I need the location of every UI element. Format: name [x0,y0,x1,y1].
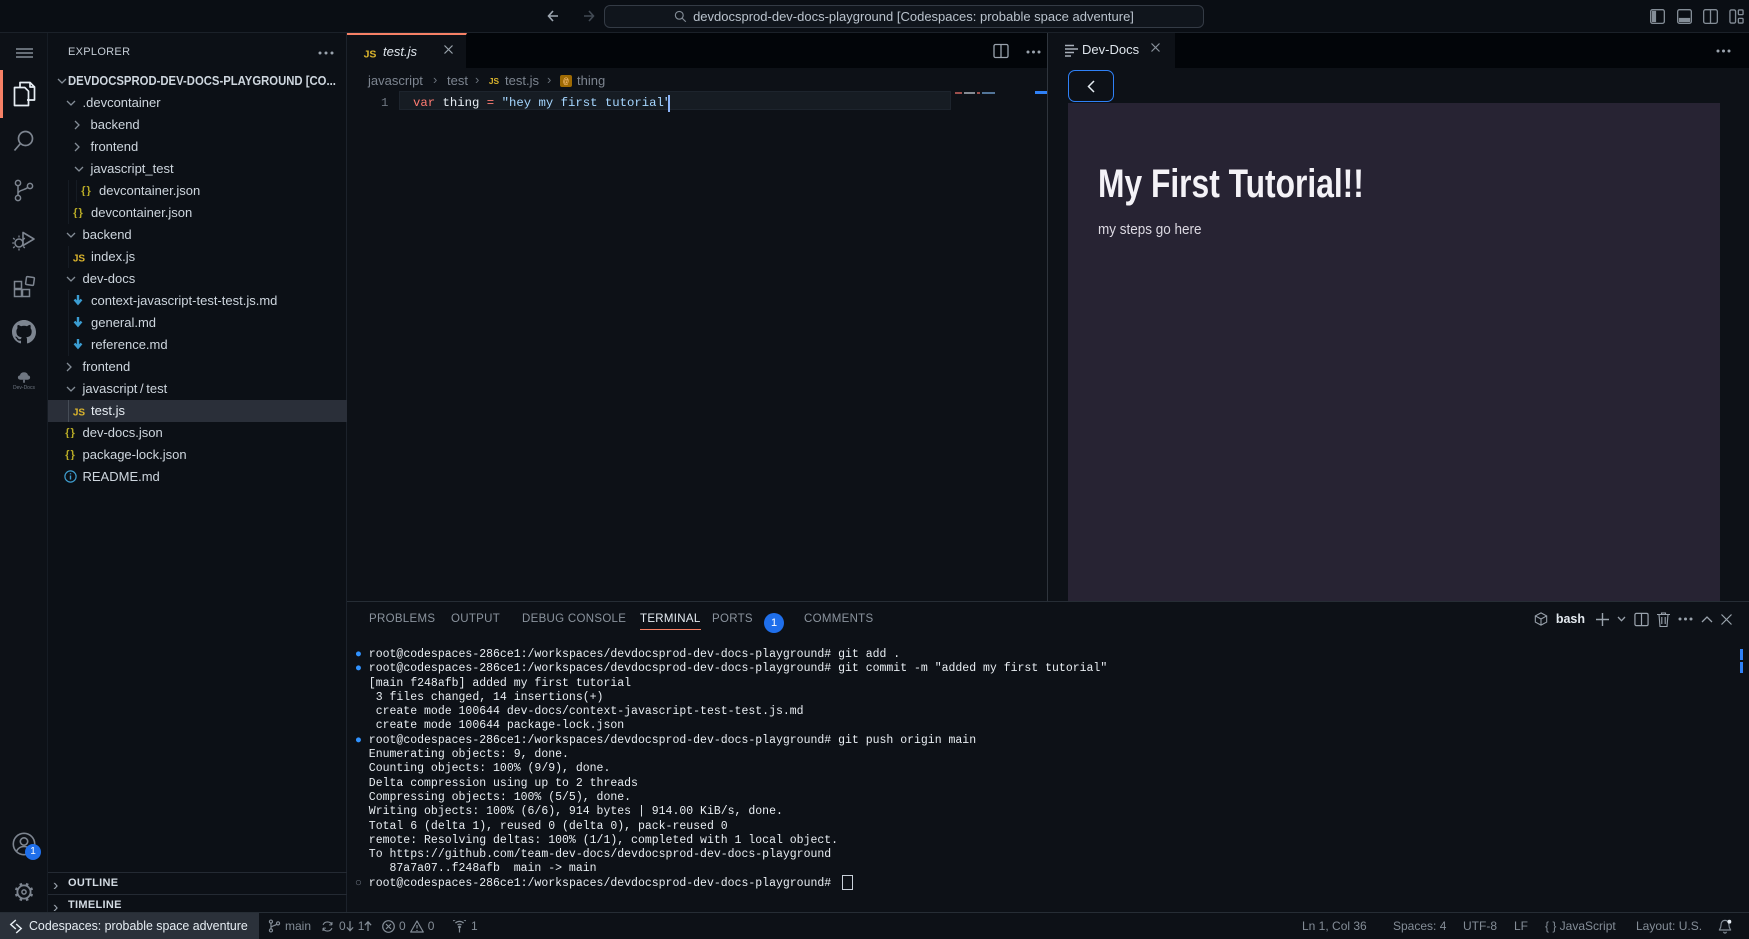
svg-text:JS: JS [364,49,377,61]
svg-text:{}: {} [81,185,92,196]
svg-text:JS: JS [73,254,86,265]
svg-text:@: @ [563,77,569,87]
svg-text:{}: {} [65,449,76,460]
svg-text:JS: JS [489,76,500,86]
svg-text:{}: {} [65,427,76,438]
svg-text:JS: JS [73,408,86,419]
svg-text:{}: {} [73,207,84,218]
